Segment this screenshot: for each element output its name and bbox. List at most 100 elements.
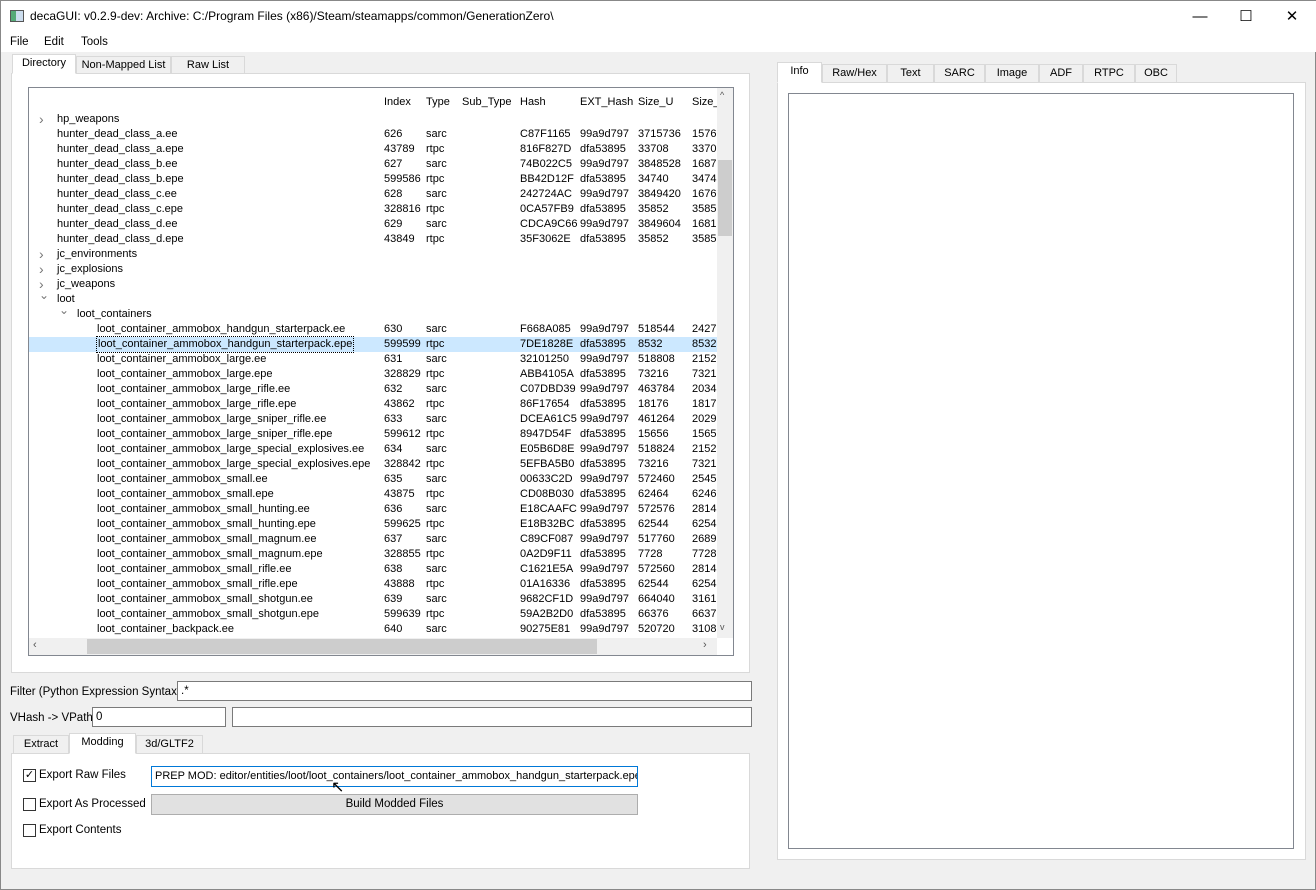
- tab-3d-gltf2[interactable]: 3d/GLTF2: [136, 735, 203, 754]
- horizontal-scrollbar[interactable]: ‹ ›: [29, 638, 717, 655]
- tree-row[interactable]: ⌄ loot: [29, 288, 717, 307]
- tab-rtpc[interactable]: RTPC: [1083, 64, 1135, 83]
- tree-row[interactable]: › jc_explosions: [29, 262, 717, 277]
- menu-file[interactable]: File: [10, 36, 29, 48]
- scroll-up-icon[interactable]: ^: [720, 90, 724, 100]
- tab-info[interactable]: Info: [777, 62, 822, 83]
- chevron-right-icon[interactable]: ›: [39, 112, 44, 127]
- row-cell-index: 631: [384, 353, 403, 365]
- row-name: loot_container_ammobox_large_sniper_rifl…: [97, 413, 327, 425]
- column-header-size-u[interactable]: Size_U: [638, 96, 673, 108]
- close-button[interactable]: ✕: [1269, 1, 1315, 32]
- directory-tree[interactable]: Index Type Sub_Type Hash EXT_Hash Size_U Size_…: [28, 87, 734, 656]
- chevron-down-icon[interactable]: ⌄: [39, 288, 49, 303]
- row-cell-ext-hash: dfa53895: [580, 518, 626, 530]
- row-cell-index: 628: [384, 188, 403, 200]
- export-processed-label: Export As Processed: [39, 798, 146, 810]
- export-raw-checkbox[interactable]: ✓: [23, 769, 36, 782]
- chevron-right-icon[interactable]: ›: [39, 247, 44, 262]
- tree-row[interactable]: loot_container_ammobox_small.ee 635 sarc 00…: [29, 472, 717, 487]
- tab-adf[interactable]: ADF: [1039, 64, 1083, 83]
- column-header-hash[interactable]: Hash: [520, 96, 546, 108]
- row-name: hunter_dead_class_d.epe: [57, 233, 184, 245]
- menu-edit[interactable]: Edit: [44, 36, 64, 48]
- tree-row[interactable]: hunter_dead_class_b.ee 627 sarc 74B022C5 99a…: [29, 157, 717, 172]
- row-cell-ext-hash: dfa53895: [580, 398, 626, 410]
- row-cell-ext-hash: 99a9d797: [580, 593, 629, 605]
- row-name: hunter_dead_class_d.ee: [57, 218, 178, 230]
- scroll-left-icon[interactable]: ‹: [33, 639, 37, 651]
- tree-row[interactable]: loot_container_ammobox_small_hunting.ee 6…: [29, 502, 717, 517]
- tree-row[interactable]: loot_container_ammobox_small_magnum.epe 3…: [29, 547, 717, 562]
- tree-row[interactable]: loot_container_ammobox_large_sniper_rifl…: [29, 412, 717, 427]
- chevron-right-icon[interactable]: ›: [39, 262, 44, 277]
- tree-row[interactable]: › jc_environments: [29, 247, 717, 262]
- column-header-index[interactable]: Index: [384, 96, 411, 108]
- tree-row[interactable]: loot_container_ammobox_large.epe 328829 rt…: [29, 367, 717, 382]
- tree-row[interactable]: loot_container_ammobox_large.ee 631 sarc 32…: [29, 352, 717, 367]
- filter-input[interactable]: .*: [177, 681, 752, 701]
- tab-extract[interactable]: Extract: [13, 735, 69, 754]
- row-cell-ext-hash: 99a9d797: [580, 533, 629, 545]
- tab-image[interactable]: Image: [985, 64, 1039, 83]
- row-cell-type: sarc: [426, 413, 447, 425]
- tree-row[interactable]: hunter_dead_class_c.ee 628 sarc 242724AC 99a…: [29, 187, 717, 202]
- tree-row[interactable]: loot_container_ammobox_small_rifle.epe 43…: [29, 577, 717, 592]
- tree-row[interactable]: loot_container_ammobox_handgun_starterpa…: [29, 336, 717, 353]
- tree-row[interactable]: loot_container_ammobox_handgun_starterpa…: [29, 322, 717, 337]
- tab-obc[interactable]: OBC: [1135, 64, 1177, 83]
- tree-row[interactable]: loot_container_ammobox_small_hunting.epe…: [29, 517, 717, 532]
- row-cell-type: rtpc: [426, 458, 445, 470]
- tree-row[interactable]: › jc_weapons: [29, 277, 717, 292]
- horizontal-scroll-thumb[interactable]: [87, 639, 597, 654]
- tree-row[interactable]: loot_container_ammobox_large_special_exp…: [29, 457, 717, 472]
- vhash-input[interactable]: 0: [92, 707, 226, 727]
- tree-row[interactable]: loot_container_ammobox_large_sniper_rifl…: [29, 427, 717, 442]
- tree-row[interactable]: loot_container_ammobox_small.epe 43875 rtp…: [29, 487, 717, 502]
- tree-row[interactable]: loot_container_ammobox_small_shotgun.ee 6…: [29, 592, 717, 607]
- column-header-sub-type[interactable]: Sub_Type: [462, 96, 512, 108]
- tree-row[interactable]: loot_container_ammobox_small_rifle.ee 638…: [29, 562, 717, 577]
- info-text-area[interactable]: [788, 93, 1294, 849]
- row-cell-type: sarc: [426, 188, 447, 200]
- tree-row[interactable]: loot_container_ammobox_large_special_exp…: [29, 442, 717, 457]
- tree-row[interactable]: hunter_dead_class_a.ee 626 sarc C87F1165 99a…: [29, 127, 717, 142]
- export-contents-checkbox[interactable]: [23, 824, 36, 837]
- tree-row[interactable]: loot_container_ammobox_large_rifle.epe 43…: [29, 397, 717, 412]
- tree-row[interactable]: loot_container_backpack.ee 640 sarc 90275E8…: [29, 622, 717, 637]
- tree-row[interactable]: loot_container_ammobox_large_rifle.ee 632…: [29, 382, 717, 397]
- minimize-button[interactable]: —: [1177, 1, 1223, 32]
- tree-row[interactable]: hunter_dead_class_c.epe 328816 rtpc 0CA57FB…: [29, 202, 717, 217]
- tree-row[interactable]: loot_container_ammobox_small_shotgun.epe…: [29, 607, 717, 622]
- tree-row[interactable]: loot_container_ammobox_small_magnum.ee 63…: [29, 532, 717, 547]
- export-processed-checkbox[interactable]: [23, 798, 36, 811]
- column-header-ext-hash[interactable]: EXT_Hash: [580, 96, 633, 108]
- row-cell-hash: 0CA57FB9: [520, 203, 574, 215]
- tab-text[interactable]: Text: [887, 64, 934, 83]
- tab-directory[interactable]: Directory: [12, 54, 76, 74]
- tab-modding[interactable]: Modding: [69, 733, 136, 754]
- tree-row[interactable]: › hp_weapons: [29, 112, 717, 127]
- scroll-down-icon[interactable]: v: [720, 622, 725, 632]
- scroll-right-icon[interactable]: ›: [703, 639, 707, 651]
- tree-row[interactable]: ⌄ loot_containers: [29, 303, 717, 322]
- row-cell-type: rtpc: [426, 203, 445, 215]
- tree-row[interactable]: hunter_dead_class_a.epe 43789 rtpc 816F827D…: [29, 142, 717, 157]
- mod-status-field[interactable]: PREP MOD: editor/entities/loot/loot_cont…: [151, 766, 638, 787]
- tree-row[interactable]: hunter_dead_class_d.ee 629 sarc CDCA9C66 99a…: [29, 217, 717, 232]
- vertical-scrollbar[interactable]: ^ v: [717, 88, 733, 638]
- row-cell-size-: 6254: [692, 518, 717, 530]
- tab-sarc[interactable]: SARC: [934, 64, 985, 83]
- menu-tools[interactable]: Tools: [81, 36, 108, 48]
- tab-raw-hex[interactable]: Raw/Hex: [822, 64, 887, 83]
- row-name: loot_container_ammobox_large_sniper_rifl…: [97, 428, 333, 440]
- build-modded-files-button[interactable]: Build Modded Files: [151, 794, 638, 815]
- tree-row[interactable]: hunter_dead_class_d.epe 43849 rtpc 35F3062E…: [29, 232, 717, 247]
- column-header-size-[interactable]: Size_: [692, 96, 720, 108]
- maximize-button[interactable]: ☐: [1223, 1, 1269, 32]
- tree-row[interactable]: hunter_dead_class_b.epe 599586 rtpc BB42D12…: [29, 172, 717, 187]
- vpath-output[interactable]: [232, 707, 752, 727]
- column-header-type[interactable]: Type: [426, 96, 450, 108]
- chevron-down-icon[interactable]: ⌄: [59, 303, 69, 318]
- vertical-scroll-thumb[interactable]: [718, 160, 732, 236]
